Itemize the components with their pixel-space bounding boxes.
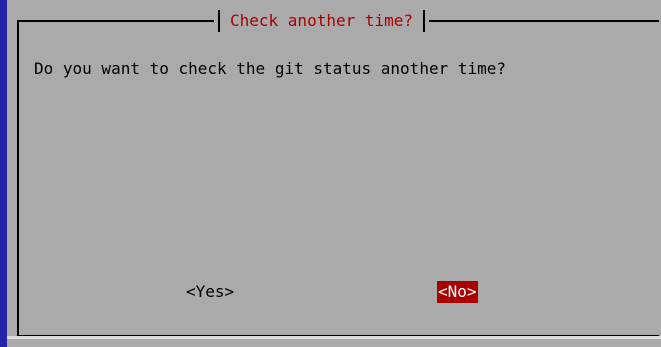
dialog-title: Check another time?	[230, 11, 414, 30]
dialog-title-bar: Check another time?	[214, 9, 430, 33]
no-button[interactable]: <No>	[437, 281, 478, 303]
screen-backdrop-strip	[0, 0, 7, 347]
dialog-window	[7, 0, 661, 347]
yes-button[interactable]: <Yes>	[186, 281, 234, 303]
dialog-message: Do you want to check the git status anot…	[34, 59, 507, 78]
title-right-tick	[423, 10, 426, 32]
dialog-shadow-edge	[7, 336, 661, 339]
